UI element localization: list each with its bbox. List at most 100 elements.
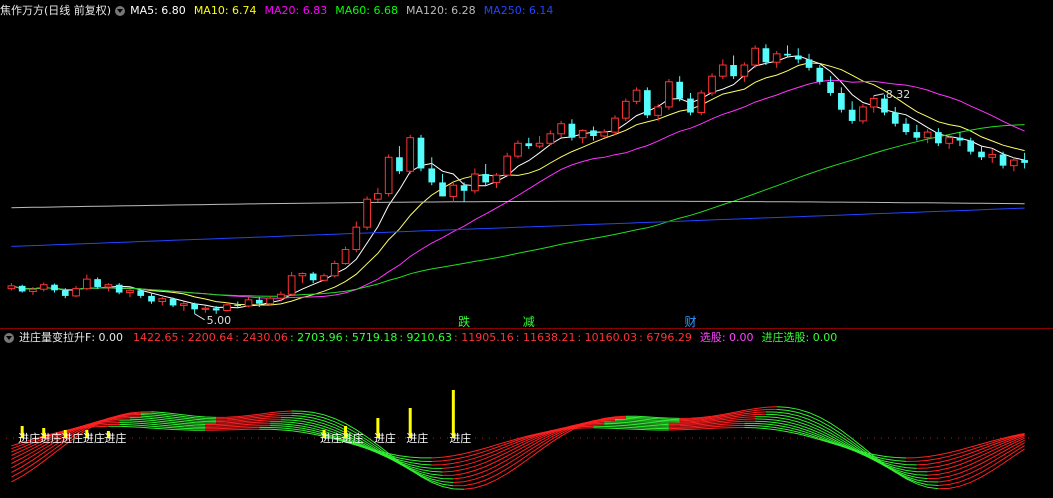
candle-body [158, 298, 167, 303]
candle-body [794, 55, 802, 60]
candle-body [902, 123, 910, 133]
candlestick-series [7, 44, 1028, 314]
candle-body [535, 142, 544, 147]
candle-body [740, 64, 749, 77]
candle-body [212, 308, 220, 311]
indicator-value: : 11905.16 [454, 331, 514, 344]
candle-body [363, 198, 371, 228]
candle-body [61, 290, 69, 296]
candle-body [223, 304, 231, 311]
candle-body [988, 153, 997, 158]
candle-body [255, 299, 263, 304]
oscillator-line [927, 439, 1025, 480]
candle-body [838, 92, 845, 110]
ma-legend-item: MA120: 6.28 [405, 4, 476, 17]
candle-body [644, 90, 651, 116]
price-annotation: 8.32 [886, 88, 911, 101]
candle-body [632, 89, 641, 102]
indicator-value: 选股: 0.00 [699, 331, 754, 344]
oscillator-line [270, 423, 443, 469]
indicator-name[interactable]: 进庄量变拉升F [19, 330, 91, 346]
ma120-line [11, 200, 1025, 209]
period-label[interactable]: (日线 前复权) [44, 3, 111, 19]
candle-body [772, 53, 781, 63]
candle-body [525, 143, 533, 147]
candle-body [460, 185, 468, 191]
signal-marker: 财 [684, 315, 697, 329]
candle-body [126, 289, 134, 294]
candle-body [148, 295, 155, 302]
ma-legend-item: MA20: 6.83 [264, 4, 328, 17]
stock-name[interactable]: 焦作万方 [0, 3, 44, 19]
chart-canvas: 8.325.00 进庄进庄进庄进庄进庄进庄进庄进庄进庄进庄进庄 [6, 44, 1030, 490]
candle-body [568, 123, 576, 138]
candle-body [180, 303, 188, 306]
candle-body [320, 275, 328, 281]
candle-body [18, 285, 26, 292]
candle-body [827, 81, 834, 93]
indicator-value: : 11638.21 [515, 331, 576, 344]
annotation-pointer [194, 313, 205, 321]
candle-body [266, 297, 274, 305]
chevron-down-icon[interactable] [4, 333, 14, 343]
moving-average-lines [11, 55, 1025, 309]
candle-body [676, 81, 684, 99]
candle-body [621, 100, 630, 119]
oscillator-line [442, 422, 605, 469]
main-chart-header: 焦作万方 (日线 前复权) MA5: 6.80 MA10: 6.74 MA20: 6… [0, 3, 566, 19]
candle-body [191, 303, 198, 310]
candle-body [439, 182, 446, 197]
candle-body [600, 131, 609, 137]
candle-body [83, 278, 91, 290]
indicator-first-value: : 0.00 [91, 331, 124, 344]
chevron-down-icon[interactable] [115, 6, 126, 16]
candle-body [590, 130, 597, 137]
candle-body [396, 157, 403, 172]
candle-body [449, 184, 458, 197]
oscillator-lines [6, 406, 1030, 490]
oscillator-line [744, 427, 907, 459]
candle-body [406, 137, 415, 172]
indicator-header: 进庄量变拉升F : 0.00 1422.65: 2200.64: 2430.06… [0, 330, 850, 346]
candle-body [341, 249, 350, 264]
candle-body [492, 174, 501, 183]
annotation-pointer [873, 93, 884, 97]
candle-body [428, 168, 436, 183]
candle-body [115, 284, 123, 293]
indicator-value: : 2430.06 [235, 331, 288, 344]
signal-marker: 跌 [458, 315, 471, 329]
candle-body [72, 288, 80, 297]
candle-body [287, 275, 296, 295]
candle-body [298, 273, 307, 277]
candle-body [762, 48, 770, 63]
jinzhuang-label: 进庄 [83, 431, 105, 445]
ma20-line [11, 79, 1025, 299]
indicator-value: 进庄选股: 0.00 [761, 331, 838, 344]
oscillator-line [938, 448, 1025, 490]
indicator-value: 1422.65 [133, 331, 179, 344]
candle-body [137, 290, 145, 296]
ma5-line [11, 55, 1025, 309]
indicator-values: 1422.65: 2200.64: 2430.06: 2703.96: 5719… [133, 330, 845, 346]
candle-body [330, 262, 339, 277]
candle-body [697, 92, 706, 114]
indicator-value: : 6796.29 [639, 331, 692, 344]
candle-body [945, 137, 953, 144]
indicator-value: : 2200.64 [180, 331, 234, 344]
candle-body [29, 288, 37, 292]
jinzhuang-label: 进庄 [61, 431, 83, 445]
candle-body [309, 273, 317, 281]
signal-marker: 减 [522, 315, 535, 329]
ma-legend-item: MA250: 6.14 [483, 4, 554, 17]
jinzhuang-label: 进庄 [406, 431, 428, 445]
jinzhuang-label: 进庄 [18, 431, 40, 445]
ma-legend-item: MA10: 6.74 [193, 4, 257, 17]
candle-body [784, 53, 791, 56]
candle-body [665, 81, 673, 108]
candle-body [482, 174, 490, 183]
candle-body [578, 129, 587, 139]
jinzhuang-label: 进庄 [104, 431, 126, 445]
candle-body [956, 137, 964, 141]
candle-body [384, 156, 393, 195]
candle-body [687, 98, 694, 113]
